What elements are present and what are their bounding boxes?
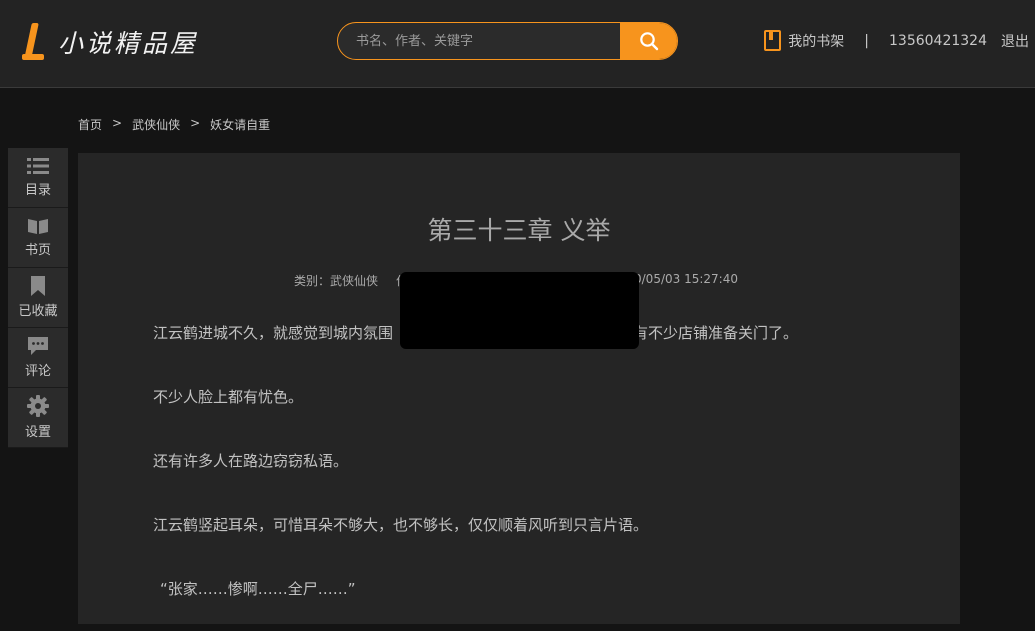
logo-text: 小说精品屋 (58, 29, 199, 58)
sidebar-label: 设置 (24, 425, 51, 440)
book-icon (28, 219, 48, 234)
sidebar-item-favorite[interactable]: 已收藏 (8, 268, 68, 328)
bookmark-icon (31, 276, 45, 296)
sidebar-item-settings[interactable]: 设置 (8, 388, 68, 448)
sidebar-item-comment[interactable]: 评论 (8, 328, 68, 388)
chapter-update-time: 0/05/03 15:27:40 (634, 272, 738, 286)
sidebar-label: 书页 (24, 243, 51, 258)
sidebar-label: 目录 (24, 183, 51, 198)
user-phone-link[interactable]: 13560421324 (889, 33, 987, 49)
paragraph: 有不少店铺准备关门了。 (633, 324, 799, 342)
reader-panel: 第三十三章 义举 类别：武侠仙侠 作 0/05/03 15:27:40 江云鹤进… (78, 153, 960, 624)
breadcrumb-separator: > (190, 116, 201, 130)
sidebar-item-bookpage[interactable]: 书页 (8, 208, 68, 268)
paragraph: 江云鹤进城不久，就感觉到城内氛围 (153, 324, 394, 342)
breadcrumb-home[interactable]: 首页 (78, 116, 102, 133)
paragraph: 还有许多人在路边窃窃私语。 (153, 452, 349, 470)
paragraph: “张家……惨啊……全尸……” (160, 580, 356, 598)
list-icon (27, 158, 49, 174)
chapter-category: 类别：武侠仙侠 (294, 274, 379, 288)
chapter-meta: 类别：武侠仙侠 作 0/05/03 15:27:40 (294, 272, 738, 289)
breadcrumb-category[interactable]: 武侠仙侠 (132, 116, 180, 133)
search-bar (337, 22, 678, 60)
logout-link[interactable]: 退出 (1001, 31, 1029, 51)
user-links: 我的书架 | 13560421324 退出 (764, 30, 1029, 51)
breadcrumb-book[interactable]: 妖女请自重 (210, 116, 270, 133)
separator: | (864, 32, 870, 49)
comment-icon (28, 337, 48, 355)
gear-icon (27, 395, 49, 417)
paragraph: 江云鹤竖起耳朵，可惜耳朵不够大，也不够长，仅仅顺着风听到只言片语。 (153, 516, 649, 534)
logo-l-icon (20, 21, 46, 63)
breadcrumb: 首页 > 武侠仙侠 > 妖女请自重 (78, 116, 270, 133)
top-navbar: 小说精品屋 我的书架 | 13560421324 退出 (0, 0, 1035, 88)
sidebar-label: 已收藏 (18, 304, 58, 319)
chapter-title: 第三十三章 义举 (427, 216, 611, 245)
site-logo[interactable]: 小说精品屋 (20, 20, 198, 64)
search-icon (639, 32, 658, 51)
breadcrumb-separator: > (112, 116, 123, 130)
paragraph: 不少人脸上都有忧色。 (153, 388, 304, 406)
bookshelf-icon (764, 30, 782, 51)
redaction-block (400, 272, 639, 349)
search-input[interactable] (338, 23, 620, 59)
sidebar-label: 评论 (24, 364, 51, 379)
sidebar-item-toc[interactable]: 目录 (8, 148, 68, 208)
bookshelf-label: 我的书架 (788, 33, 845, 50)
search-button[interactable] (620, 23, 677, 59)
bookshelf-link[interactable]: 我的书架 (764, 30, 844, 51)
reader-sidebar: 目录 书页 已收藏 评论 设置 (8, 148, 68, 448)
